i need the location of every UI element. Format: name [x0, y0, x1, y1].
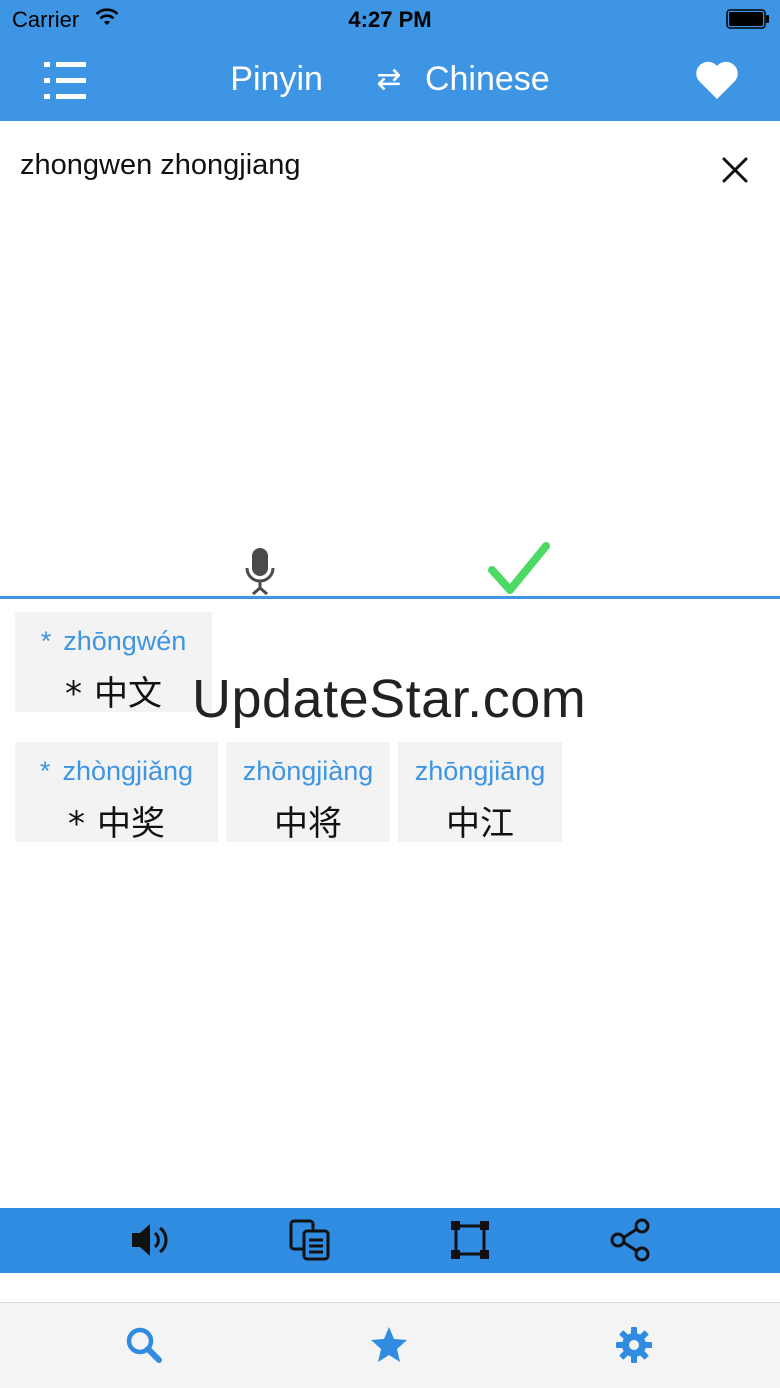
result-hanzi: * 中奖 — [68, 804, 165, 844]
status-bar: Carrier 4:27 PM — [0, 0, 780, 40]
input-actions — [0, 540, 780, 598]
share-icon[interactable] — [608, 1218, 652, 1262]
swap-languages-icon[interactable]: ⇄ — [376, 62, 401, 97]
fullscreen-icon[interactable] — [448, 1218, 492, 1262]
result-pinyin: zhōngjiāng — [414, 756, 546, 786]
speaker-icon[interactable] — [128, 1218, 172, 1262]
result-card[interactable]: zhōngjiàng 中将 — [226, 742, 390, 844]
star-mark: * — [39, 756, 51, 786]
result-card[interactable]: * zhōngwén * 中文 — [15, 612, 212, 714]
microphone-icon[interactable] — [243, 546, 277, 596]
result-pinyin: * zhōngwén — [40, 626, 187, 656]
divider — [0, 596, 780, 599]
nav-bar: Pinyin ⇄ Chinese — [0, 40, 780, 121]
result-hanzi: 中江 — [446, 804, 514, 844]
gear-icon[interactable] — [614, 1325, 654, 1365]
status-time: 4:27 PM — [348, 7, 432, 32]
copy-icon[interactable] — [288, 1218, 332, 1262]
checkmark-icon[interactable] — [488, 540, 550, 594]
star-mark: * — [68, 804, 85, 844]
battery-icon — [726, 9, 769, 29]
favorite-heart-icon[interactable] — [694, 58, 740, 102]
result-hanzi: * 中文 — [65, 674, 162, 714]
search-input[interactable]: zhongwen zhongjiang — [20, 149, 301, 182]
source-language[interactable]: Pinyin — [230, 60, 323, 99]
tab-bar — [0, 1302, 780, 1388]
input-area[interactable]: zhongwen zhongjiang — [0, 121, 780, 541]
language-selector[interactable]: Pinyin ⇄ Chinese — [0, 58, 780, 99]
watermark: UpdateStar.com — [192, 669, 587, 729]
star-mark: * — [40, 626, 52, 656]
result-pinyin: * zhòngjiǎng — [39, 756, 194, 786]
result-hanzi: 中将 — [274, 804, 342, 844]
star-mark: * — [65, 674, 82, 714]
action-toolbar — [0, 1208, 780, 1273]
result-pinyin: zhōngjiàng — [242, 756, 374, 786]
close-icon[interactable] — [718, 153, 752, 187]
search-icon[interactable] — [124, 1325, 164, 1365]
star-icon[interactable] — [369, 1325, 409, 1365]
result-card[interactable]: zhōngjiāng 中江 — [398, 742, 562, 844]
result-card[interactable]: * zhòngjiǎng * 中奖 — [15, 742, 218, 844]
target-language[interactable]: Chinese — [425, 60, 550, 99]
